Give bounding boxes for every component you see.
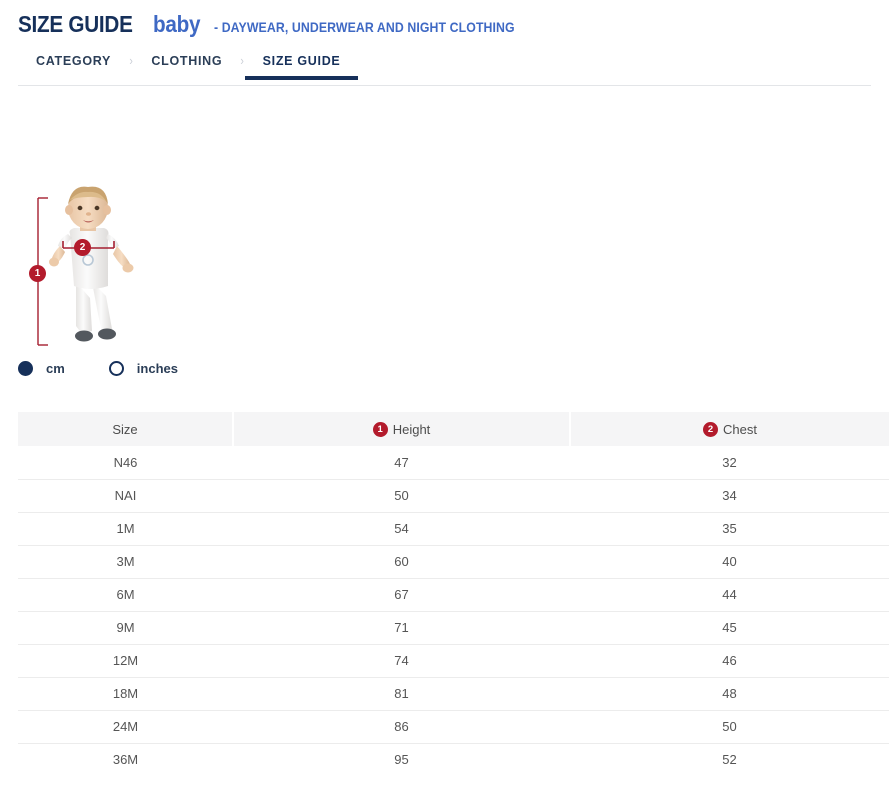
size-guide-page: SIZE GUIDE baby - DAYWEAR, UNDERWEAR AND… (0, 0, 889, 791)
table-cell-size: 36M (18, 743, 233, 776)
breadcrumb-item-clothing[interactable]: CLOTHING (151, 50, 222, 80)
size-table-header-row: Size 1 Height 2 Chest (18, 412, 889, 446)
breadcrumb-item-size-guide[interactable]: SIZE GUIDE (263, 50, 341, 80)
radio-cm[interactable] (18, 361, 33, 376)
measurement-figure: 1 2 (18, 186, 198, 356)
height-marker-badge: 1 (29, 265, 46, 282)
table-cell-height: 74 (233, 644, 570, 677)
table-cell-size: 24M (18, 710, 233, 743)
table-row: 6M6744 (18, 578, 889, 611)
table-cell-size: NAI (18, 479, 233, 512)
breadcrumb-item-category[interactable]: CATEGORY (36, 50, 111, 80)
chest-badge-icon: 2 (703, 422, 718, 437)
baby-body (49, 187, 134, 342)
table-cell-height: 67 (233, 578, 570, 611)
table-cell-chest: 45 (570, 611, 889, 644)
column-header-chest: 2 Chest (570, 412, 889, 446)
table-cell-height: 95 (233, 743, 570, 776)
breadcrumb: CATEGORY › CLOTHING › SIZE GUIDE (18, 50, 871, 86)
table-cell-size: 18M (18, 677, 233, 710)
breadcrumb-divider (18, 85, 871, 86)
table-cell-size: 9M (18, 611, 233, 644)
column-header-chest-label: Chest (723, 422, 757, 437)
unit-label-cm: cm (46, 361, 65, 376)
height-badge-icon: 1 (373, 422, 388, 437)
table-cell-chest: 40 (570, 545, 889, 578)
table-cell-size: 12M (18, 644, 233, 677)
table-cell-chest: 48 (570, 677, 889, 710)
size-table-head: Size 1 Height 2 Chest (18, 412, 889, 446)
table-cell-chest: 44 (570, 578, 889, 611)
unit-option-inches[interactable]: inches (109, 361, 178, 376)
table-cell-height: 71 (233, 611, 570, 644)
radio-inches[interactable] (109, 361, 124, 376)
table-cell-chest: 32 (570, 446, 889, 479)
page-title-accent: baby (153, 11, 200, 38)
table-cell-size: 3M (18, 545, 233, 578)
unit-option-cm[interactable]: cm (18, 361, 65, 376)
table-row: 3M6040 (18, 545, 889, 578)
table-cell-height: 50 (233, 479, 570, 512)
table-cell-chest: 50 (570, 710, 889, 743)
unit-selector: cm inches (18, 358, 178, 378)
table-cell-height: 47 (233, 446, 570, 479)
column-header-height: 1 Height (233, 412, 570, 446)
column-header-height-label: Height (393, 422, 431, 437)
table-row: 24M8650 (18, 710, 889, 743)
chevron-right-icon: › (241, 50, 244, 67)
table-cell-chest: 46 (570, 644, 889, 677)
size-table-body: N464732NAI50341M54353M60406M67449M714512… (18, 446, 889, 776)
table-cell-height: 81 (233, 677, 570, 710)
table-cell-height: 60 (233, 545, 570, 578)
page-title-subtitle: - DAYWEAR, UNDERWEAR AND NIGHT CLOTHING (214, 19, 515, 35)
table-cell-chest: 52 (570, 743, 889, 776)
table-cell-height: 86 (233, 710, 570, 743)
chevron-right-icon: › (129, 50, 132, 67)
table-row: 36M9552 (18, 743, 889, 776)
table-row: NAI5034 (18, 479, 889, 512)
size-table: Size 1 Height 2 Chest N464732NAI5034 (18, 412, 889, 776)
table-row: 9M7145 (18, 611, 889, 644)
page-title-main: SIZE GUIDE (18, 11, 133, 38)
table-row: 18M8148 (18, 677, 889, 710)
page-title: SIZE GUIDE baby - DAYWEAR, UNDERWEAR AND… (18, 11, 556, 38)
table-cell-size: 1M (18, 512, 233, 545)
table-row: 12M7446 (18, 644, 889, 677)
table-cell-size: N46 (18, 446, 233, 479)
column-header-size: Size (18, 412, 233, 446)
chest-marker-badge: 2 (74, 239, 91, 256)
unit-label-inches: inches (137, 361, 178, 376)
table-cell-chest: 35 (570, 512, 889, 545)
table-cell-height: 54 (233, 512, 570, 545)
table-row: 1M5435 (18, 512, 889, 545)
column-header-size-label: Size (112, 422, 137, 437)
table-cell-size: 6M (18, 578, 233, 611)
table-cell-chest: 34 (570, 479, 889, 512)
table-row: N464732 (18, 446, 889, 479)
